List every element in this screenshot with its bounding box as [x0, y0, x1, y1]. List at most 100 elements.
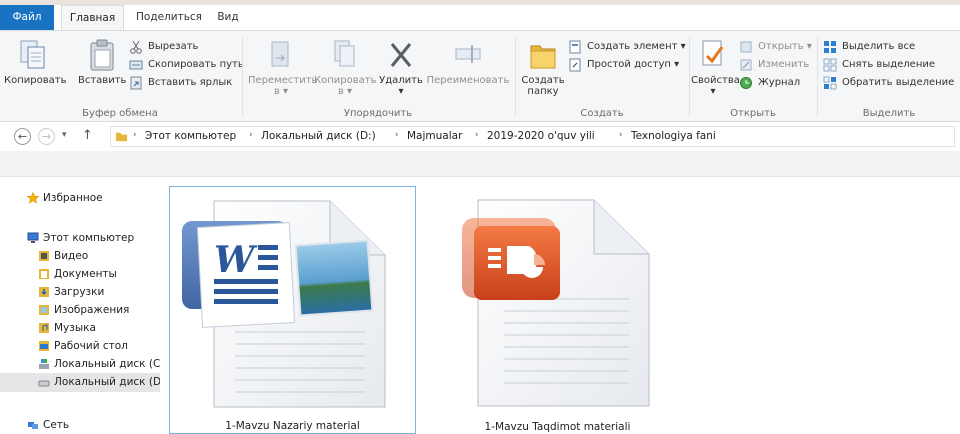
rename-label: Переименовать	[426, 75, 510, 86]
svg-text:W: W	[214, 239, 258, 281]
open-group: Свойства ▾ Открыть ▾ Изменить Журнал Отк…	[691, 34, 815, 119]
pictures-folder-icon	[39, 305, 49, 315]
navigation-pane: Избранное Этот компьютер Видео Документы…	[0, 177, 160, 434]
file-explorer-window: Файл Главная Поделиться Вид Копировать В…	[0, 0, 960, 434]
sidebar-item-documents[interactable]: Документы	[0, 265, 160, 284]
copy-to-button[interactable]: Копировать в ▾	[314, 38, 376, 97]
cut-button[interactable]: Вырезать	[129, 39, 198, 55]
copy-path-button[interactable]: Скопировать путь	[129, 57, 244, 73]
documents-folder-icon	[39, 269, 49, 279]
properties-arrow: ▾	[710, 86, 716, 97]
sidebar-item-label: Избранное	[43, 192, 103, 204]
sidebar-item-music[interactable]: Музыка	[0, 319, 160, 338]
file-item[interactable]: W 1-Mavzu Nazariy material	[169, 186, 416, 434]
sidebar-item-this-pc[interactable]: Этот компьютер	[0, 229, 160, 248]
sidebar-item-video[interactable]: Видео	[0, 247, 160, 266]
sidebar-item-label: Локальный диск (C	[54, 358, 160, 370]
scissors-icon	[130, 40, 142, 54]
clipboard-group: Копировать Вставить Вырезать Скопировать…	[0, 34, 244, 119]
move-to-arrow: в ▾	[273, 86, 289, 97]
ribbon-separator	[242, 37, 243, 117]
breadcrumb-item[interactable]: Локальный диск (D:)	[261, 130, 376, 142]
select-all-label: Выделить все	[842, 41, 916, 52]
file-name: 1-Mavzu Taqdimot materiali	[484, 421, 631, 433]
rename-button[interactable]: Переименовать	[426, 38, 510, 86]
sidebar-item-pictures[interactable]: Изображения	[0, 301, 160, 320]
copy-label: Копировать	[4, 75, 67, 86]
sidebar-item-label: Этот компьютер	[43, 232, 135, 244]
copy-icon	[20, 40, 45, 69]
sidebar-item-drive-c[interactable]: Локальный диск (C	[0, 355, 160, 374]
delete-arrow: ▾	[398, 86, 404, 97]
recent-locations-button[interactable]: ▾	[62, 130, 67, 140]
up-button[interactable]: ↑	[82, 128, 93, 143]
tab-home[interactable]: Главная	[61, 5, 124, 31]
file-name: 1-Mavzu Nazariy material	[225, 420, 360, 432]
ribbon-separator	[515, 37, 516, 117]
copy-to-label: Копировать	[314, 75, 377, 86]
select-none-label: Снять выделение	[842, 59, 936, 70]
new-folder-button[interactable]: Создать папку	[521, 38, 565, 97]
select-none-button[interactable]: Снять выделение	[823, 57, 935, 73]
address-box[interactable]: › Этот компьютер › Локальный диск (D:) ›…	[110, 126, 955, 147]
sidebar-item-downloads[interactable]: Загрузки	[0, 283, 160, 302]
forward-button[interactable]: →	[38, 128, 55, 145]
ribbon-tab-bar: Файл Главная Поделиться Вид	[0, 5, 960, 31]
tab-file[interactable]: Файл	[0, 5, 54, 30]
invert-selection-button[interactable]: Обратить выделение	[823, 75, 954, 91]
desktop-folder-icon	[39, 341, 49, 351]
folder-icon	[115, 132, 128, 142]
sidebar-item-favorites[interactable]: Избранное	[0, 189, 160, 208]
drive-icon	[38, 380, 50, 387]
organize-group-label: Упорядочить	[343, 108, 413, 119]
open-group-label: Открыть	[730, 108, 776, 119]
new-folder-label-2: папку	[527, 86, 559, 97]
ribbon: Копировать Вставить Вырезать Скопировать…	[0, 30, 960, 122]
edit-button[interactable]: Изменить	[739, 57, 809, 73]
edit-label: Изменить	[758, 59, 810, 70]
breadcrumb-chevron: ›	[619, 130, 623, 140]
tab-share[interactable]: Поделиться	[130, 5, 208, 30]
select-group-label: Выделить	[862, 108, 916, 119]
open-file-icon	[740, 41, 752, 53]
history-button[interactable]: Журнал	[739, 75, 800, 91]
paste-button[interactable]: Вставить	[78, 38, 126, 86]
select-group: Выделить все Снять выделение Обратить вы…	[819, 34, 959, 119]
breadcrumb-chevron: ›	[133, 130, 137, 140]
breadcrumb-item[interactable]: 2019-2020 o'quv yili	[487, 130, 595, 142]
copy-button[interactable]: Копировать	[4, 38, 66, 86]
breadcrumb-item[interactable]: Этот компьютер	[145, 130, 236, 142]
sidebar-item-label: Документы	[54, 268, 117, 280]
sidebar-item-desktop[interactable]: Рабочий стол	[0, 337, 160, 356]
file-item[interactable]: 1-Mavzu Taqdimot materiali	[434, 186, 681, 434]
breadcrumb-item[interactable]: Texnologiya fani	[631, 130, 716, 142]
move-to-label: Переместить	[248, 75, 318, 86]
new-folder-icon	[530, 45, 556, 69]
sidebar-item-label: Сеть	[43, 419, 70, 431]
breadcrumb-chevron: ›	[395, 130, 399, 140]
sidebar-item-label: Локальный диск (D	[54, 376, 160, 388]
open-button[interactable]: Открыть ▾	[739, 39, 812, 55]
breadcrumb-item[interactable]: Majmualar	[407, 130, 462, 142]
easy-access-button[interactable]: Простой доступ ▾	[568, 57, 679, 73]
properties-button[interactable]: Свойства ▾	[691, 38, 740, 97]
invert-selection-label: Обратить выделение	[842, 77, 955, 88]
downloads-folder-icon	[39, 287, 49, 297]
address-bar-row: ← → ▾ ↑ › Этот компьютер › Локальный дис…	[0, 122, 960, 151]
clipboard-group-label: Буфер обмена	[82, 108, 158, 119]
breadcrumb-chevron: ›	[475, 130, 479, 140]
sidebar-item-network[interactable]: Сеть	[0, 416, 160, 434]
new-group: Создать папку Создать элемент ▾ Простой …	[517, 34, 687, 119]
move-to-button[interactable]: Переместить в ▾	[248, 38, 318, 97]
select-all-icon	[824, 41, 836, 53]
history-label: Журнал	[758, 77, 801, 88]
back-button[interactable]: ←	[14, 128, 31, 145]
sidebar-item-drive-d[interactable]: Локальный диск (D	[0, 373, 160, 392]
properties-label: Свойства	[691, 75, 740, 86]
paste-shortcut-button[interactable]: Вставить ярлык	[129, 75, 232, 91]
tab-view[interactable]: Вид	[212, 5, 244, 30]
delete-button[interactable]: Удалить ▾	[376, 38, 426, 97]
select-all-button[interactable]: Выделить все	[823, 39, 915, 55]
new-item-button[interactable]: Создать элемент ▾	[568, 39, 686, 55]
paste-shortcut-label: Вставить ярлык	[148, 77, 233, 88]
